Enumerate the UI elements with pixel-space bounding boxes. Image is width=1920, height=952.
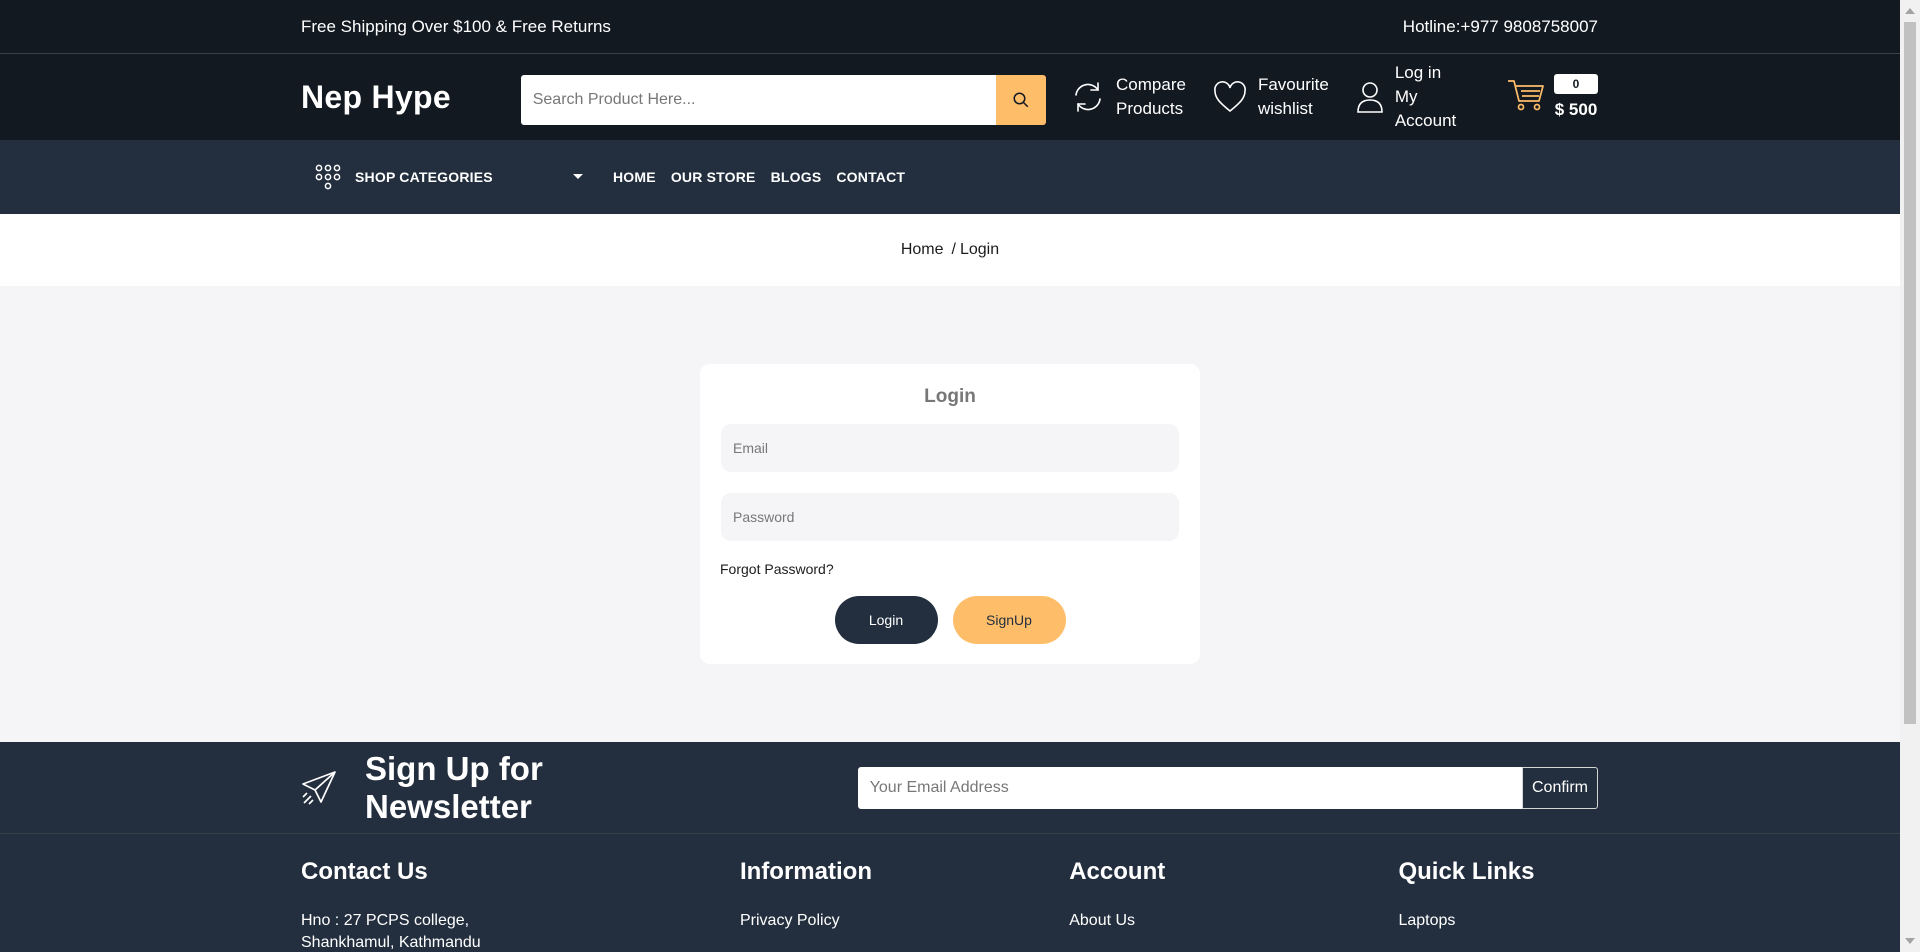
breadcrumb-home[interactable]: Home: [901, 241, 944, 259]
login-card: Login Email Password Forgot Password? Lo…: [700, 364, 1200, 664]
scroll-up-arrow-icon[interactable]: [1905, 8, 1915, 14]
compare-products-link[interactable]: Compare Products: [1070, 73, 1186, 121]
shipping-notice: Free Shipping Over $100 & Free Returns: [301, 16, 611, 36]
breadcrumb-separator: /: [951, 241, 956, 258]
password-field[interactable]: Password: [721, 493, 1179, 541]
search-icon: [1013, 92, 1029, 107]
cart-icon: [1506, 77, 1546, 118]
top-bar: Free Shipping Over $100 & Free Returns H…: [0, 0, 1900, 54]
page-viewport: Free Shipping Over $100 & Free Returns H…: [0, 0, 1900, 952]
newsletter-email-input[interactable]: Your Email Address: [857, 766, 1522, 809]
user-icon: [1355, 80, 1385, 114]
nav-our-store[interactable]: OUR STORE: [671, 169, 756, 185]
search-button[interactable]: [996, 74, 1047, 125]
newsletter-heading: Sign Up for Newsletter: [301, 750, 716, 826]
footer-account-column: Account About Us: [1069, 834, 1398, 952]
footer-quick-links-column: Quick Links Laptops: [1398, 834, 1598, 952]
footer-about-us-link[interactable]: About Us: [1069, 910, 1398, 932]
caret-down-icon: [573, 174, 583, 180]
footer-information-column: Information Privacy Policy: [740, 834, 1069, 952]
header-links: Compare Products Favourite wishlist Log …: [1070, 61, 1599, 133]
nav-contact[interactable]: CONTACT: [836, 169, 905, 185]
nav-bar: SHOP CATEGORIES HOME OUR STORE BLOGS CON…: [0, 140, 1900, 214]
cart-link[interactable]: 0 $ 500: [1506, 74, 1599, 120]
account-link[interactable]: Log in My Account: [1355, 61, 1482, 133]
footer-quick-links-title: Quick Links: [1398, 858, 1535, 885]
forgot-password-link[interactable]: Forgot Password?: [720, 561, 1180, 577]
nav-home[interactable]: HOME: [613, 169, 656, 185]
breadcrumb-current: Login: [959, 241, 1000, 258]
search-bar: [520, 74, 1047, 125]
nav-blogs[interactable]: BLOGS: [771, 169, 822, 185]
wishlist-link[interactable]: Favourite wishlist: [1212, 73, 1329, 121]
categories-grid-icon: [315, 164, 341, 190]
footer-address-line2: Shankhamul, Kathmandu: [301, 934, 481, 951]
footer-contact-column: Contact Us Hno : 27 PCPS college, Shankh…: [301, 834, 740, 952]
paper-plane-icon: [301, 770, 337, 806]
newsletter-title: Sign Up for Newsletter: [365, 749, 543, 825]
scrollbar-thumb[interactable]: [1904, 22, 1916, 724]
footer-contact-title: Contact Us: [301, 858, 428, 885]
site-logo[interactable]: Nep Hype: [301, 79, 521, 116]
footer-information-title: Information: [739, 858, 872, 885]
scroll-down-arrow-icon[interactable]: [1905, 938, 1915, 944]
signup-button[interactable]: SignUp: [952, 596, 1066, 644]
login-title: Login: [924, 386, 976, 407]
footer-address-line1: Hno : 27 PCPS college,: [301, 912, 470, 929]
search-input[interactable]: [520, 74, 997, 125]
footer: Contact Us Hno : 27 PCPS college, Shankh…: [0, 834, 1900, 952]
page-scrollbar[interactable]: [1900, 0, 1920, 952]
footer-account-title: Account: [1069, 858, 1166, 885]
login-buttons: Login SignUp: [720, 596, 1180, 644]
cart-count-badge: 0: [1554, 74, 1599, 94]
newsletter-form: Your Email Address Confirm: [857, 766, 1598, 809]
footer-privacy-policy-link[interactable]: Privacy Policy: [740, 910, 1069, 932]
categories-label: SHOP CATEGORIES: [355, 169, 493, 185]
email-field[interactable]: Email: [721, 424, 1179, 472]
compare-icon: [1070, 79, 1106, 115]
footer-laptops-link[interactable]: Laptops: [1398, 910, 1598, 932]
main-header: Nep Hype Compare Products: [0, 54, 1900, 140]
newsletter-section: Sign Up for Newsletter Your Email Addres…: [0, 742, 1900, 834]
login-button[interactable]: Login: [834, 596, 938, 644]
main-menu: HOME OUR STORE BLOGS CONTACT: [613, 169, 920, 185]
login-section: Login Email Password Forgot Password? Lo…: [0, 286, 1900, 742]
shop-categories-dropdown[interactable]: SHOP CATEGORIES: [315, 164, 583, 190]
breadcrumb: Home / Login: [0, 214, 1900, 286]
heart-icon: [1212, 80, 1248, 114]
newsletter-confirm-button[interactable]: Confirm: [1522, 766, 1598, 809]
hotline[interactable]: Hotline:+977 9808758007: [1403, 17, 1598, 37]
cart-total: $ 500: [1554, 100, 1598, 119]
